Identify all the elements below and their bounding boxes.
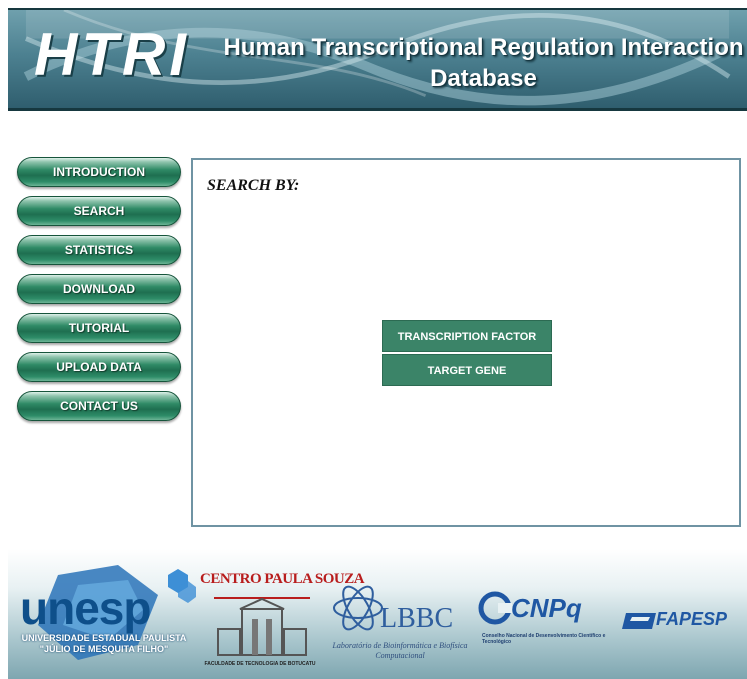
building-icon xyxy=(214,597,310,656)
cnpq-subtitle: Conselho Nacional de Desenvolvimento Cie… xyxy=(482,633,606,645)
lbbc-atom-icon xyxy=(333,585,383,631)
lbbc-subtitle: Laboratório de Bioinformática e Biofísic… xyxy=(332,641,468,660)
cnpq-emblem-icon xyxy=(478,591,512,625)
header-banner: HTRI Human Transcriptional Regulation In… xyxy=(8,8,747,111)
sponsor-footer: unesp UNIVERSIDADE ESTADUAL PAULISTA "JÚ… xyxy=(8,549,747,679)
nav-contact-us-button[interactable]: CONTACT US xyxy=(17,391,181,421)
search-panel: SEARCH BY: TRANSCRIPTION FACTOR TARGET G… xyxy=(191,158,741,527)
search-by-heading: SEARCH BY: xyxy=(207,177,300,194)
unesp-subtitle-line2: "JÚLIO DE MESQUITA FILHO" xyxy=(39,644,169,654)
nav-tutorial-button[interactable]: TUTORIAL xyxy=(17,313,181,343)
nav-statistics-button[interactable]: STATISTICS xyxy=(17,235,181,265)
cps-subtitle: FACULDADE DE TECNOLOGIA DE BOTUCATU xyxy=(204,661,316,667)
nav-upload-data-button[interactable]: UPLOAD DATA xyxy=(17,352,181,382)
unesp-subtitle-line1: UNIVERSIDADE ESTADUAL PAULISTA xyxy=(21,633,187,643)
fapesp-name: FAPESP xyxy=(656,609,728,629)
transcription-factor-button[interactable]: TRANSCRIPTION FACTOR xyxy=(382,320,552,352)
target-gene-button[interactable]: TARGET GENE xyxy=(382,354,552,386)
cnpq-name: CNPq xyxy=(511,593,582,623)
unesp-name: unesp xyxy=(20,582,151,634)
nav-introduction-button[interactable]: INTRODUCTION xyxy=(17,157,181,187)
database-title: Human Transcriptional Regulation Interac… xyxy=(223,34,744,92)
nav-download-button[interactable]: DOWNLOAD xyxy=(17,274,181,304)
lbbc-name: LBBC xyxy=(380,603,454,634)
fapesp-emblem-icon xyxy=(622,613,656,629)
unesp-subtitle: UNIVERSIDADE ESTADUAL PAULISTA "JÚLIO DE… xyxy=(14,633,194,655)
htri-logo: HTRI xyxy=(34,21,190,88)
nav-search-button[interactable]: SEARCH xyxy=(17,196,181,226)
